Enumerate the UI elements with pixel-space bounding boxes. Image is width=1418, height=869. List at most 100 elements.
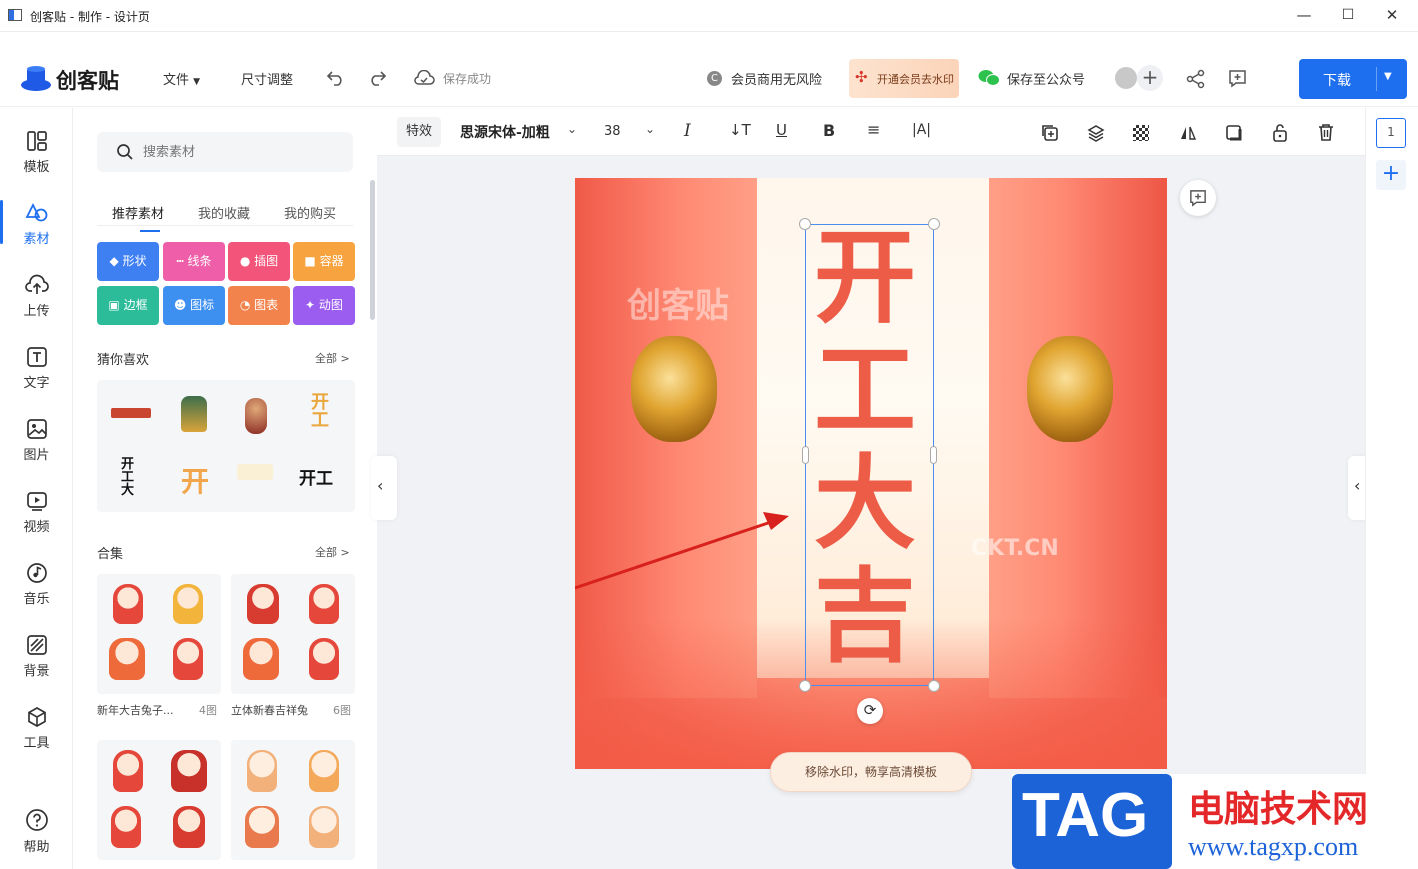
vip-watermark-button[interactable]: ✣ 开通会员去水印 [849, 59, 959, 98]
layers-icon[interactable] [1087, 124, 1105, 142]
share-icon[interactable] [1186, 69, 1206, 89]
nav-item-background[interactable]: 背景 [0, 634, 73, 694]
commercial-notice[interactable]: 会员商用无风险 [731, 69, 822, 88]
add-page-button[interactable]: + [1376, 160, 1406, 190]
flip-icon[interactable] [1179, 124, 1197, 142]
nav-item-template[interactable]: 模板 [0, 130, 73, 190]
remove-watermark-banner[interactable]: 移除水印，畅享高清模板 [770, 752, 972, 792]
nav-item-help[interactable]: 帮助 [0, 808, 73, 868]
sticker-god-of-wealth[interactable] [181, 396, 207, 432]
collection-card-2[interactable] [231, 574, 355, 694]
download-button[interactable]: 下载 ▼ [1299, 59, 1407, 99]
comment-add-icon[interactable] [1227, 68, 1248, 89]
panel-scrollbar[interactable] [370, 180, 375, 320]
download-divider [1376, 67, 1377, 91]
duplicate-icon[interactable] [1041, 124, 1059, 142]
sticker-kaigong-text[interactable]: 开工 [311, 394, 329, 430]
undo-icon[interactable] [327, 70, 345, 86]
save-to-wechat-button[interactable]: 保存至公众号 [1007, 69, 1085, 88]
redo-icon[interactable] [368, 70, 386, 86]
font-size-field[interactable]: 38 [604, 124, 621, 139]
vip-watermark-label: 开通会员去水印 [877, 73, 954, 86]
collection-more-link[interactable]: 全部 > [315, 544, 350, 560]
lock-icon[interactable] [1271, 123, 1289, 142]
resize-handle[interactable] [799, 680, 811, 692]
collection-count: 4图 [199, 704, 217, 717]
collapse-panel-button[interactable]: ‹ [371, 456, 397, 520]
window-titlebar: 创客贴 - 制作 - 设计页 — ☐ ✕ [0, 0, 1418, 32]
close-button[interactable]: ✕ [1372, 4, 1412, 28]
resize-handle[interactable] [928, 680, 940, 692]
download-options-icon[interactable]: ▼ [1384, 71, 1392, 82]
search-input[interactable] [143, 142, 333, 162]
comment-add-icon [1190, 190, 1206, 207]
page-thumbnail[interactable]: 1 [1376, 118, 1406, 148]
font-dropdown-icon[interactable]: ⌄ [567, 122, 577, 136]
line-height-icon[interactable]: ↓T [729, 121, 751, 139]
pie-icon: ◔ [239, 298, 255, 312]
nav-item-music[interactable]: 音乐 [0, 562, 73, 622]
nav-item-text[interactable]: 文字 [0, 346, 73, 406]
sticker-calligraphy-1[interactable]: 开工大 [121, 458, 137, 497]
collection-card-4[interactable] [231, 740, 355, 860]
material-icon [25, 202, 47, 222]
resize-handle[interactable] [930, 446, 937, 464]
font-family-select[interactable]: 思源宋体-加粗 [460, 122, 556, 142]
logo[interactable]: 创客贴 [20, 63, 119, 97]
transparency-icon[interactable] [1133, 125, 1149, 141]
italic-icon[interactable]: I [684, 121, 691, 141]
sticker-faint[interactable] [237, 464, 273, 480]
collection-card-3[interactable] [97, 740, 221, 860]
category-frame[interactable]: ▣ 边框 [97, 286, 159, 325]
canvas-comment-button[interactable] [1180, 180, 1216, 216]
collection-card-1[interactable] [97, 574, 221, 694]
resize-button[interactable]: 尺寸调整 [241, 69, 293, 88]
nav-item-image[interactable]: 图片 [0, 418, 73, 478]
rotate-icon[interactable]: ⟳ [857, 698, 883, 724]
sticker-banner[interactable] [111, 408, 151, 418]
download-label: 下载 [1323, 73, 1351, 89]
file-menu[interactable]: 文件 ▼ [163, 69, 200, 88]
rabbit-sticker [309, 750, 339, 792]
avatar[interactable] [1113, 65, 1139, 91]
nav-label: 上传 [23, 304, 50, 319]
resize-handle[interactable] [802, 446, 809, 464]
category-icon[interactable]: ☻ 图标 [163, 286, 225, 325]
category-illustration[interactable]: ● 插图 [228, 242, 290, 281]
rabbit-sticker [173, 638, 203, 680]
underline-icon[interactable]: U [776, 121, 787, 139]
sticker-calligraphy-2[interactable]: 开工 [299, 464, 333, 489]
search-box[interactable] [97, 132, 353, 172]
letter-spacing-icon[interactable]: |A| [912, 122, 931, 138]
rabbit-sticker [247, 750, 277, 792]
size-dropdown-icon[interactable]: ⌄ [645, 122, 655, 136]
nav-item-video[interactable]: 视频 [0, 490, 73, 550]
nav-item-material[interactable]: 素材 [0, 200, 73, 262]
effects-button[interactable]: 特效 [397, 117, 441, 147]
category-line[interactable]: ┅ 线条 [163, 242, 225, 281]
nav-item-upload[interactable]: 上传 [0, 274, 73, 334]
nav-item-tool[interactable]: 工具 [0, 706, 73, 766]
resize-handle[interactable] [799, 218, 811, 230]
maximize-button[interactable]: ☐ [1328, 4, 1368, 28]
sparkle-icon: ✦ [305, 298, 319, 312]
rabbit-sticker [243, 638, 279, 680]
category-animation[interactable]: ✦ 动图 [293, 286, 355, 325]
category-chart[interactable]: ◔ 图表 [228, 286, 290, 325]
sticker-gold-char[interactable]: 开 [181, 460, 209, 500]
resize-handle[interactable] [928, 218, 940, 230]
guess-more-link[interactable]: 全部 > [315, 350, 350, 366]
minimize-button[interactable]: — [1284, 4, 1324, 28]
category-container[interactable]: ■ 容器 [293, 242, 355, 281]
add-collaborator-icon[interactable]: + [1137, 65, 1163, 91]
category-shape[interactable]: ◆ 形状 [97, 242, 159, 281]
sticker-lion[interactable] [245, 398, 267, 434]
tab-favorites[interactable]: 我的收藏 [198, 203, 250, 222]
bold-icon[interactable]: B [823, 121, 835, 140]
tab-recommended[interactable]: 推荐素材 [112, 203, 164, 232]
tab-purchased[interactable]: 我的购买 [284, 203, 336, 222]
align-center-icon[interactable]: ≡ [867, 120, 880, 139]
shadow-icon[interactable] [1225, 124, 1243, 142]
trash-icon[interactable] [1317, 123, 1335, 142]
selection-box[interactable] [805, 224, 934, 686]
